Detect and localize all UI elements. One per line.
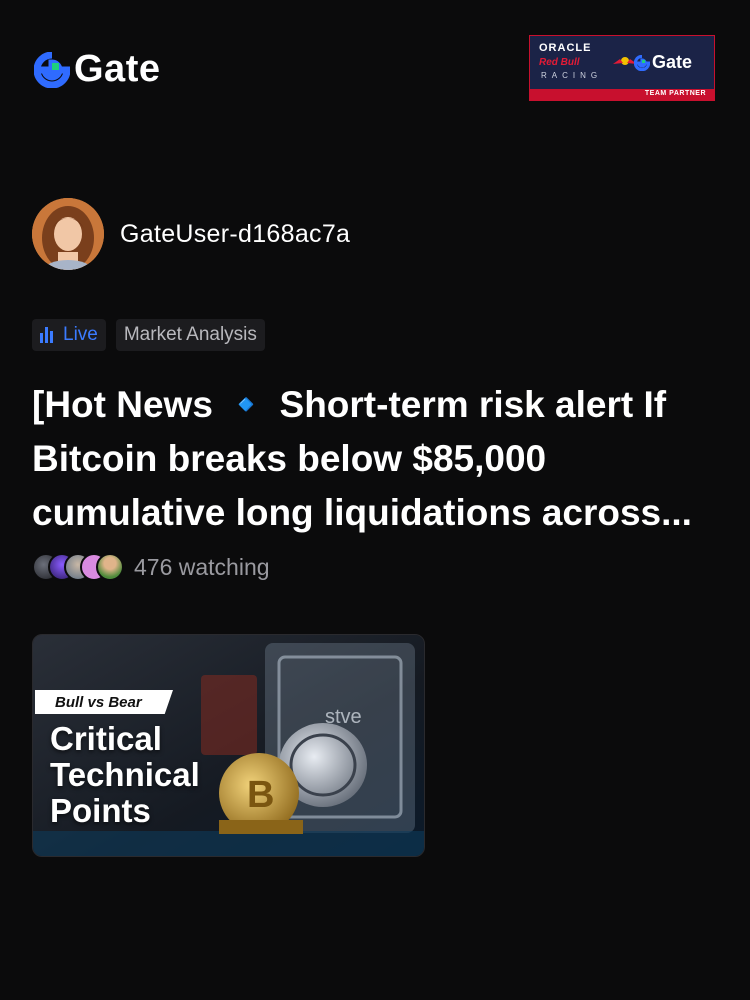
header: Gate ORACLE Red Bull RACING Gate TEAM PA… — [0, 0, 750, 120]
cover-headline-line: Technical — [50, 756, 200, 793]
partner-banner[interactable]: ORACLE Red Bull RACING Gate TEAM PARTNER — [529, 35, 715, 101]
watchers-row: 476 watching — [32, 553, 270, 581]
svg-text:B: B — [247, 774, 274, 816]
cover-headline: Critical Technical Points — [50, 721, 200, 829]
title-line: cumulative long liquidations across... — [32, 492, 692, 533]
cover-tagline: Bull vs Bear — [35, 690, 173, 714]
live-bars-icon — [40, 327, 53, 343]
title-line: Bitcoin breaks below $85,000 — [32, 438, 547, 479]
title-line: [Hot News 🔹 Short-term risk alert If — [32, 384, 667, 425]
brand-name: Gate — [74, 48, 161, 90]
gate-logo[interactable]: Gate — [34, 48, 160, 91]
team-partner-label: TEAM PARTNER — [644, 90, 706, 97]
category-label: Market Analysis — [123, 324, 257, 345]
live-tag[interactable]: Live — [32, 319, 106, 351]
gate-logo-icon — [34, 51, 70, 88]
avatar[interactable] — [32, 198, 104, 270]
cover-headline-line: Points — [50, 792, 151, 829]
partner-gate-label: Gate — [652, 52, 693, 72]
watching-count: 476 watching — [134, 553, 270, 580]
watcher-avatars — [32, 553, 124, 581]
live-label: Live — [63, 324, 98, 345]
avatar-portrait-icon — [32, 198, 104, 270]
redbull-label: Red Bull — [539, 57, 580, 68]
partner-gate-logo: Gate — [634, 52, 692, 73]
racing-label: RACING — [541, 71, 603, 80]
author-row[interactable]: GateUser-d168ac7a — [32, 198, 350, 270]
oracle-label: ORACLE — [539, 42, 592, 54]
post-tags: Live Market Analysis — [32, 319, 265, 351]
cover-image[interactable]: stve B Bull vs Bear Critical Technical P… — [32, 634, 425, 857]
cover-headline-line: Critical — [50, 720, 162, 757]
team-partner-bar: TEAM PARTNER — [530, 89, 714, 100]
watcher-avatar — [96, 553, 124, 581]
gate-logo-icon — [634, 54, 650, 71]
post-title[interactable]: [Hot News 🔹 Short-term risk alert If Bit… — [32, 378, 722, 540]
author-name[interactable]: GateUser-d168ac7a — [120, 220, 350, 249]
category-tag[interactable]: Market Analysis — [115, 319, 265, 351]
